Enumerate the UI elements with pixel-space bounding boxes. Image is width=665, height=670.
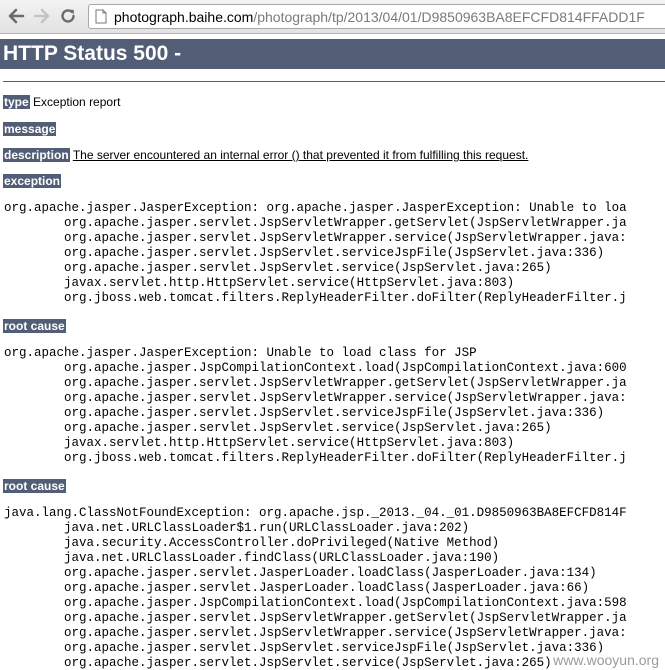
description-row: description The server encountered an in… [3,148,528,162]
root-cause-row-1: root cause [3,319,66,333]
description-label: description [3,148,70,162]
page-icon [95,9,107,24]
url-path: /photograph/tp/2013/04/01/D9850963BA8EFC… [253,9,645,25]
exception-row: exception [3,174,62,188]
address-bar[interactable]: photograph.baihe.com/photograph/tp/2013/… [88,4,665,29]
root-cause-label: root cause [3,319,66,333]
reload-button[interactable] [57,5,79,27]
reload-icon [61,9,75,23]
exception-label: exception [3,174,62,188]
exception-stack-trace: org.apache.jasper.JasperException: org.a… [4,201,627,305]
root-cause-stack-trace-2: java.lang.ClassNotFoundException: org.ap… [4,506,627,670]
browser-toolbar: photograph.baihe.com/photograph/tp/2013/… [0,0,665,34]
root-cause-label: root cause [3,479,66,493]
forward-button[interactable] [31,5,53,27]
type-value: Exception report [33,95,121,109]
root-cause-stack-trace-1: org.apache.jasper.JasperException: Unabl… [4,346,627,465]
root-cause-row-2: root cause [3,479,66,493]
error-page: HTTP Status 500 - type Exception report … [0,35,665,670]
page-title: HTTP Status 500 - [0,39,665,69]
type-label: type [3,95,30,109]
divider [3,81,665,82]
message-row: message [3,122,57,136]
url-text: photograph.baihe.com/photograph/tp/2013/… [114,9,645,25]
type-row: type Exception report [3,95,120,109]
description-value: The server encountered an internal error… [72,148,529,162]
message-label: message [3,122,57,136]
forward-arrow-icon [33,8,50,24]
watermark: www.wooyun.org [553,652,659,668]
back-button[interactable] [5,5,27,27]
url-host: photograph.baihe.com [114,9,254,25]
back-arrow-icon [8,8,25,24]
